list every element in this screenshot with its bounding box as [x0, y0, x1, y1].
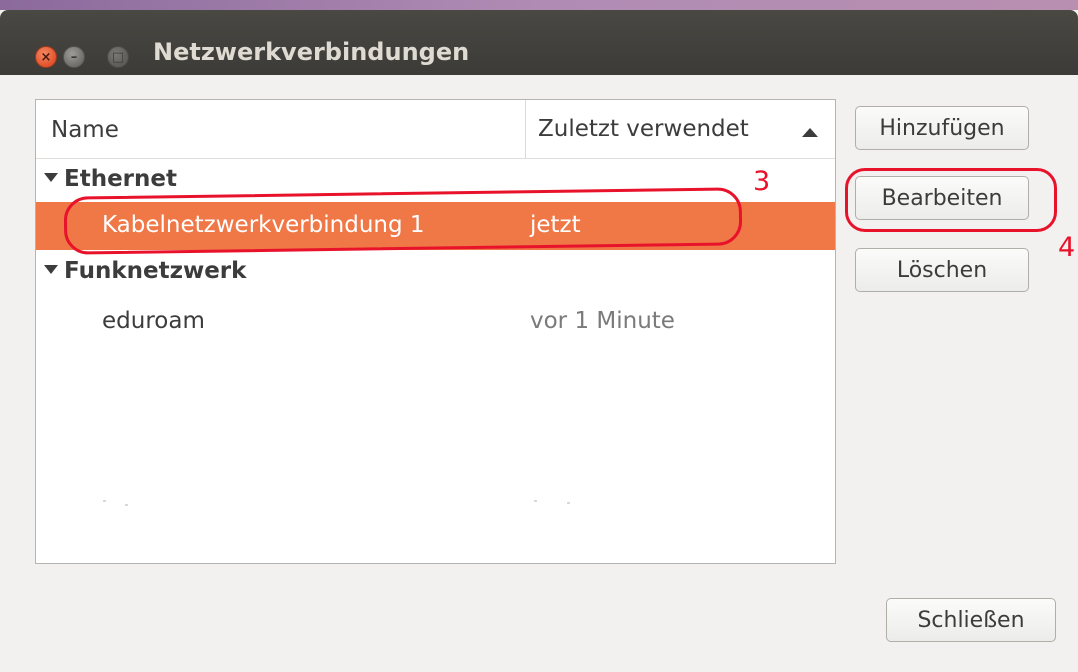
annotation-number: 4	[1058, 232, 1076, 263]
title-bar[interactable]: × – □ Netzwerkverbindungen	[0, 10, 1078, 75]
group-wireless[interactable]: Funknetzwerk	[44, 258, 246, 284]
column-header-name[interactable]: Name	[51, 117, 119, 143]
annotation-number: 3	[753, 166, 771, 197]
group-label-wireless: Funknetzwerk	[64, 258, 247, 284]
column-header-last-used[interactable]: Zuletzt verwendet	[538, 116, 749, 142]
redacted-mark	[567, 502, 570, 504]
desktop-background-strip	[0, 0, 1078, 10]
group-label-ethernet: Ethernet	[64, 166, 177, 192]
connection-name: Kabelnetzwerkverbindung 1	[102, 212, 425, 238]
edit-button[interactable]: Bearbeiten	[855, 176, 1029, 220]
expander-down-icon[interactable]	[44, 173, 58, 182]
list-item-selected[interactable]: Kabelnetzwerkverbindung 1 jetzt	[36, 202, 835, 250]
connection-name: eduroam	[102, 308, 205, 334]
group-ethernet[interactable]: Ethernet	[44, 166, 177, 192]
minimize-window-button[interactable]: –	[63, 46, 85, 68]
close-button[interactable]: Schließen	[886, 598, 1056, 642]
add-button[interactable]: Hinzufügen	[855, 106, 1029, 150]
close-window-button[interactable]: ×	[35, 46, 57, 68]
redacted-mark	[534, 500, 537, 502]
delete-button[interactable]: Löschen	[855, 248, 1029, 292]
network-connections-window: × – □ Netzwerkverbindungen Name Zuletzt …	[0, 0, 1078, 672]
list-item[interactable]: eduroam vor 1 Minute	[36, 298, 835, 346]
connection-last-used: jetzt	[530, 212, 581, 238]
connection-last-used: vor 1 Minute	[530, 308, 675, 334]
window-title: Netzwerkverbindungen	[153, 38, 470, 66]
sort-ascending-icon[interactable]	[802, 128, 818, 137]
expander-down-icon[interactable]	[44, 265, 58, 274]
redacted-mark	[103, 500, 106, 502]
maximize-window-button[interactable]: □	[107, 46, 129, 68]
column-separator[interactable]	[525, 100, 526, 158]
redacted-mark	[125, 504, 128, 506]
connection-list[interactable]: Name Zuletzt verwendet Ethernet Kabelnet…	[35, 99, 836, 564]
list-header: Name Zuletzt verwendet	[36, 100, 835, 159]
